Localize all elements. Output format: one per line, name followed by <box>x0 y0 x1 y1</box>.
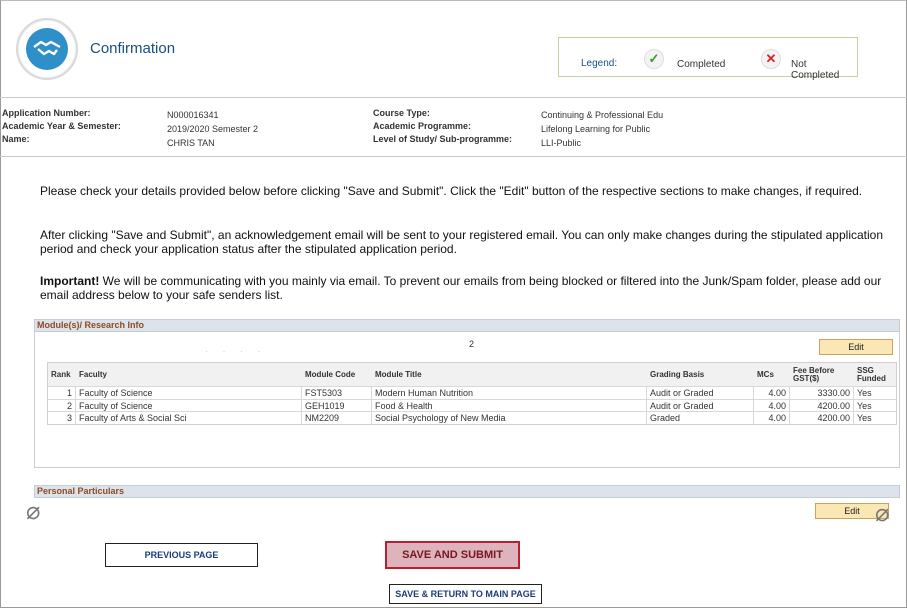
cell-mcs: 4.00 <box>754 412 790 424</box>
cell-module-code: NM2209 <box>302 412 372 424</box>
academic-year-value: 2019/2020 Semester 2 <box>167 124 259 134</box>
cell-module-title: Food & Health <box>372 399 647 411</box>
cell-fee: 4200.00 <box>790 399 854 411</box>
cell-mcs: 4.00 <box>754 399 790 411</box>
cell-faculty: Faculty of Science <box>76 387 302 399</box>
table-row: 2 Faculty of Science GEH1019 Food & Heal… <box>48 398 896 411</box>
table-header-row: Rank Faculty Module Code Module Title Gr… <box>48 363 896 386</box>
cell-ssg-funded: Yes <box>857 400 872 411</box>
cross-icon: ✕ <box>761 49 781 69</box>
instruction-paragraph-2: After clicking "Save and Submit", an ack… <box>40 228 883 256</box>
col-ssg-funded: SSG Funded <box>857 365 886 383</box>
cell-rank: 2 <box>48 399 76 411</box>
cell-grading-basis: Audit or Graded <box>647 387 754 399</box>
table-row: 3 Faculty of Arts & Social Sci NM2209 So… <box>48 411 896 424</box>
page-frame <box>0 0 907 608</box>
cell-fee: 3330.00 <box>790 387 854 399</box>
checkmark-icon: ✓ <box>644 49 664 69</box>
application-number-label: Application Number: <box>2 108 91 118</box>
cell-grading-basis: Audit or Graded <box>647 399 754 411</box>
header-divider <box>0 97 907 98</box>
legend: Legend: ✓ Completed ✕ Not Completed <box>558 37 858 81</box>
cell-faculty: Faculty of Science <box>76 399 302 411</box>
torn-edge-right-icon: ⌀ <box>875 500 890 527</box>
legend-not-completed-label: Not Completed <box>791 59 840 81</box>
page-title: Confirmation <box>90 40 176 57</box>
cell-module-code: GEH1019 <box>302 399 372 411</box>
cell-module-code: FST5303 <box>302 387 372 399</box>
personal-section-header: Personal Particulars <box>34 485 900 498</box>
edit-modules-button[interactable]: Edit <box>819 339 893 355</box>
legend-completed-label: Completed <box>677 59 726 70</box>
cell-rank: 3 <box>48 412 76 424</box>
level-of-study-label: Level of Study/ Sub-programme: <box>373 134 513 144</box>
col-fee: Fee Before GST($) <box>793 365 835 383</box>
academic-programme-label: Academic Programme: <box>373 121 472 131</box>
torn-edge-left-icon: ⌀ <box>26 498 41 525</box>
legend-label: Legend: <box>581 58 618 69</box>
cell-ssg-funded: Yes <box>857 413 872 423</box>
cell-rank: 1 <box>48 387 76 399</box>
important-text: We will be communicating with you mainly… <box>40 274 882 302</box>
faint-placeholder-text: · · · · <box>205 346 267 356</box>
cell-grading-basis: Graded <box>647 412 754 424</box>
cell-module-title: Modern Human Nutrition <box>372 387 647 399</box>
module-count: 2 <box>469 339 475 349</box>
previous-page-button[interactable]: PREVIOUS PAGE <box>105 543 258 567</box>
application-number-value: N000016341 <box>167 110 219 120</box>
handshake-logo-icon <box>16 18 78 80</box>
cell-module-title: Social Psychology of New Media <box>372 412 647 424</box>
save-return-main-button[interactable]: SAVE & RETURN TO MAIN PAGE <box>389 584 542 604</box>
name-label: Name: <box>2 134 30 144</box>
modules-section-header: Module(s)/ Research Info <box>34 319 900 332</box>
academic-year-label: Academic Year & Semester: <box>2 121 121 131</box>
name-value: CHRIS TAN <box>167 138 215 148</box>
col-grading-basis: Grading Basis <box>650 369 705 379</box>
instruction-paragraph-1: Please check your details provided below… <box>40 184 863 198</box>
col-module-title: Module Title <box>375 369 422 379</box>
cell-ssg-funded: Yes <box>857 388 872 398</box>
col-mcs: MCs <box>757 369 774 379</box>
modules-table: Rank Faculty Module Code Module Title Gr… <box>47 362 897 425</box>
cell-fee: 4200.00 <box>790 412 854 424</box>
save-and-submit-button[interactable]: SAVE AND SUBMIT <box>385 541 520 569</box>
academic-programme-value: Lifelong Learning for Public <box>541 124 651 134</box>
table-row: 1 Faculty of Science FST5303 Modern Huma… <box>48 386 896 399</box>
cell-faculty: Faculty of Arts & Social Sci <box>76 412 302 424</box>
course-type-value: Continuing & Professional Edu <box>541 110 664 120</box>
info-divider <box>0 156 907 157</box>
course-type-label: Course Type: <box>373 108 430 118</box>
cell-mcs: 4.00 <box>754 387 790 399</box>
important-label: Important! <box>40 274 100 288</box>
instruction-paragraph-3: Important! We will be communicating with… <box>40 274 896 302</box>
level-of-study-value: LLI-Public <box>541 138 582 148</box>
col-module-code: Module Code <box>305 369 356 379</box>
col-rank: Rank <box>51 369 71 379</box>
col-faculty: Faculty <box>79 369 108 379</box>
